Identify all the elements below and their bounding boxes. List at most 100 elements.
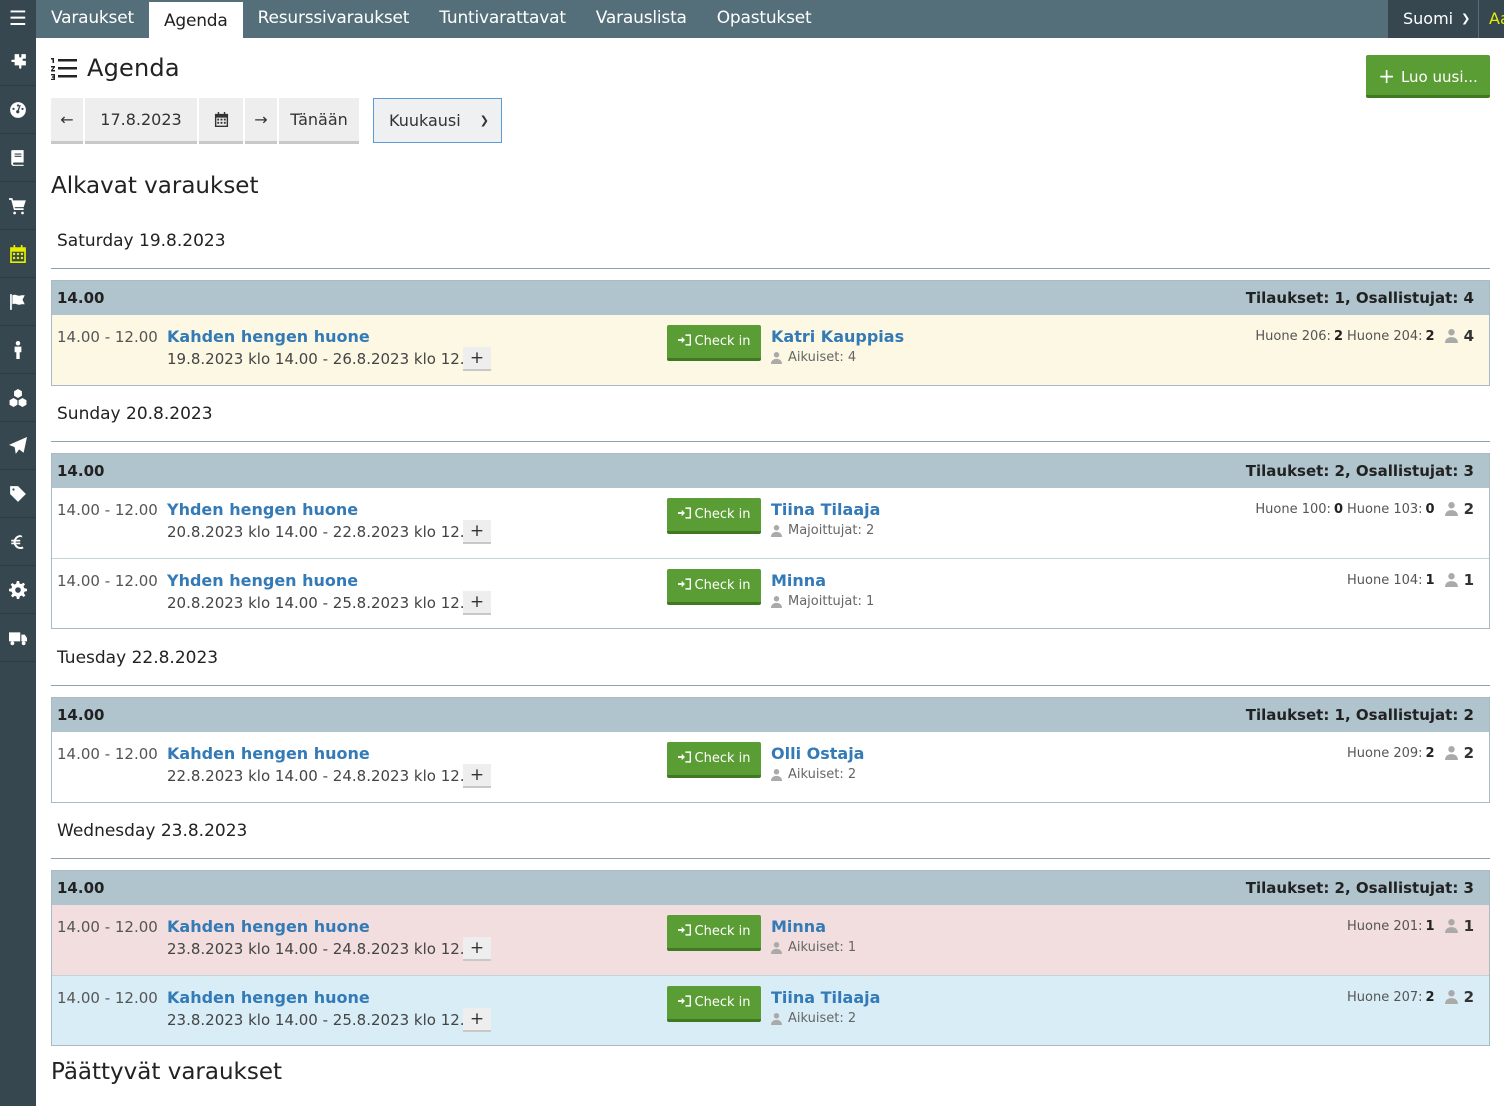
- customer-link[interactable]: Tiina Tilaaja: [771, 988, 880, 1007]
- calendar-icon: [214, 112, 228, 127]
- participant-total: 2: [1463, 988, 1474, 1006]
- guest-count: Aikuiset: 2: [771, 1011, 856, 1026]
- hamburger-icon[interactable]: ☰: [0, 0, 36, 38]
- time-group: 14.00 Tilaukset: 2, Osallistujat: 3 14.00 …: [51, 453, 1490, 629]
- truck-icon: [9, 631, 27, 645]
- room-summary: Huone 209: 2 2: [1347, 744, 1474, 762]
- product-link[interactable]: Kahden hengen huone: [167, 988, 370, 1007]
- cubes-icon: [9, 388, 27, 407]
- room-count: 1: [1425, 572, 1435, 588]
- product-link[interactable]: Kahden hengen huone: [167, 917, 370, 936]
- booking-row: 14.00 - 12.00 Yhden hengen huone 20.8.2023…: [52, 558, 1489, 628]
- tab-tuntivarattavat[interactable]: Tuntivarattavat: [424, 0, 581, 38]
- room-summary: Huone 100: 0 Huone 103: 0 2: [1255, 500, 1474, 518]
- top-bar: ☰ Varaukset Agenda Resurssivaraukset Tun…: [0, 0, 1504, 38]
- sidebar-item-flags[interactable]: [0, 278, 36, 326]
- font-size-toggle[interactable]: Aa: [1479, 0, 1504, 38]
- room-count: 2: [1333, 328, 1343, 344]
- group-time: 14.00: [57, 289, 105, 307]
- user-icon: [771, 1012, 782, 1025]
- expand-button[interactable]: +: [463, 764, 491, 788]
- sidebar-item-shop[interactable]: [0, 182, 36, 230]
- customer-link[interactable]: Olli Ostaja: [771, 744, 864, 763]
- next-button[interactable]: →: [245, 98, 277, 144]
- day-title: Saturday 19.8.2023: [57, 231, 226, 251]
- expand-button[interactable]: +: [463, 937, 491, 961]
- group-time: 14.00: [57, 462, 105, 480]
- check-in-button[interactable]: Check in: [667, 986, 761, 1022]
- user-icon: [771, 768, 782, 781]
- tab-varauslista[interactable]: Varauslista: [581, 0, 702, 38]
- today-button[interactable]: Tänään: [279, 98, 359, 144]
- language-label: Suomi: [1403, 9, 1454, 28]
- booking-row: 14.00 - 12.00 Kahden hengen huone 23.8.202…: [52, 905, 1489, 975]
- expand-button[interactable]: +: [463, 591, 491, 615]
- room-count: 0: [1333, 501, 1343, 517]
- tab-varaukset[interactable]: Varaukset: [36, 0, 149, 38]
- day-divider: [51, 858, 1490, 859]
- period-select[interactable]: Kuukausi ❯: [373, 98, 502, 143]
- sidebar-item-calendar[interactable]: [0, 230, 36, 278]
- booking-row: 14.00 - 12.00 Kahden hengen huone 23.8.202…: [52, 975, 1489, 1045]
- tab-opastukset[interactable]: Opastukset: [702, 0, 827, 38]
- guest-count: Aikuiset: 1: [771, 940, 856, 955]
- date-input[interactable]: 17.8.2023: [85, 98, 197, 144]
- check-in-button[interactable]: Check in: [667, 569, 761, 605]
- sidebar-item-resources[interactable]: [0, 374, 36, 422]
- plus-icon: +: [1378, 64, 1395, 88]
- booking-dates: 22.8.2023 klo 14.00 - 24.8.2023 klo 12.0…: [167, 767, 484, 785]
- guest-count: Majoittujat: 1: [771, 594, 874, 609]
- check-in-button[interactable]: Check in: [667, 325, 761, 361]
- product-link[interactable]: Kahden hengen huone: [167, 327, 370, 346]
- language-select[interactable]: Suomi ❯: [1388, 0, 1478, 38]
- room-label: Huone 100:: [1255, 501, 1331, 517]
- tab-agenda[interactable]: Agenda: [148, 2, 243, 38]
- room-summary: Huone 206: 2 Huone 204: 2 4: [1255, 327, 1474, 345]
- sidebar-item-settings[interactable]: [0, 566, 36, 614]
- sidebar-item-dashboard[interactable]: [0, 86, 36, 134]
- customer-link[interactable]: Minna: [771, 571, 826, 590]
- product-link[interactable]: Yhden hengen huone: [167, 500, 358, 519]
- sign-in-icon: [677, 995, 691, 1007]
- customer-link[interactable]: Katri Kauppias: [771, 327, 904, 346]
- check-in-button[interactable]: Check in: [667, 915, 761, 951]
- room-label: Huone 207:: [1346, 989, 1423, 1005]
- product-link[interactable]: Kahden hengen huone: [167, 744, 370, 763]
- page-header: Agenda: [51, 54, 180, 82]
- check-in-button[interactable]: Check in: [667, 498, 761, 534]
- product-link[interactable]: Yhden hengen huone: [167, 571, 358, 590]
- user-icon: [1444, 990, 1458, 1004]
- sidebar-item-messages[interactable]: [0, 422, 36, 470]
- create-new-button[interactable]: + Luo uusi...: [1366, 55, 1490, 98]
- room-label: Huone 204:: [1346, 328, 1423, 344]
- check-in-button[interactable]: Check in: [667, 742, 761, 778]
- expand-button[interactable]: +: [463, 347, 491, 371]
- group-time: 14.00: [57, 706, 105, 724]
- booking-dates: 20.8.2023 klo 14.00 - 22.8.2023 klo 12.0…: [167, 523, 484, 541]
- previous-button[interactable]: ←: [51, 98, 83, 144]
- sign-in-icon: [677, 334, 691, 346]
- user-icon: [771, 941, 782, 954]
- sidebar-item-delivery[interactable]: [0, 614, 36, 662]
- customer-link[interactable]: Tiina Tilaaja: [771, 500, 880, 519]
- sign-in-icon: [677, 507, 691, 519]
- tab-resurssivaraukset[interactable]: Resurssivaraukset: [243, 0, 425, 38]
- group-summary: Tilaukset: 1, Osallistujat: 4: [1245, 289, 1474, 307]
- participant-total: 4: [1463, 327, 1474, 345]
- puzzle-icon: [11, 53, 26, 69]
- expand-button[interactable]: +: [463, 520, 491, 544]
- group-summary: Tilaukset: 2, Osallistujat: 3: [1245, 879, 1474, 897]
- person-icon: [14, 340, 22, 359]
- euro-icon: [11, 534, 24, 549]
- customer-link[interactable]: Minna: [771, 917, 826, 936]
- book-icon: [11, 149, 24, 166]
- sidebar-item-extensions[interactable]: [0, 38, 36, 86]
- calendar-button[interactable]: [199, 98, 243, 144]
- user-icon: [1444, 919, 1458, 933]
- sidebar-item-finance[interactable]: [0, 518, 36, 566]
- booking-row: 14.00 - 12.00 Kahden hengen huone 19.8.202…: [52, 315, 1489, 385]
- sidebar-item-tags[interactable]: [0, 470, 36, 518]
- sidebar-item-book[interactable]: [0, 134, 36, 182]
- sidebar-item-people[interactable]: [0, 326, 36, 374]
- expand-button[interactable]: +: [463, 1008, 491, 1032]
